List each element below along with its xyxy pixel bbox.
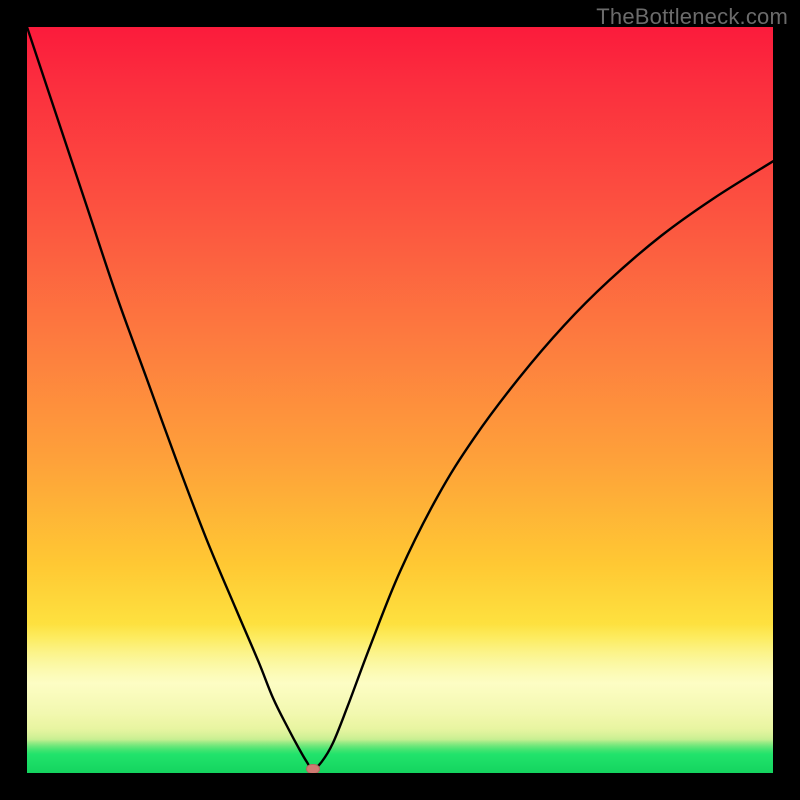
bottleneck-curve [27, 27, 773, 773]
watermark-text: TheBottleneck.com [596, 4, 788, 30]
minimum-marker [306, 764, 320, 773]
plot-area [27, 27, 773, 773]
chart-frame: TheBottleneck.com [0, 0, 800, 800]
